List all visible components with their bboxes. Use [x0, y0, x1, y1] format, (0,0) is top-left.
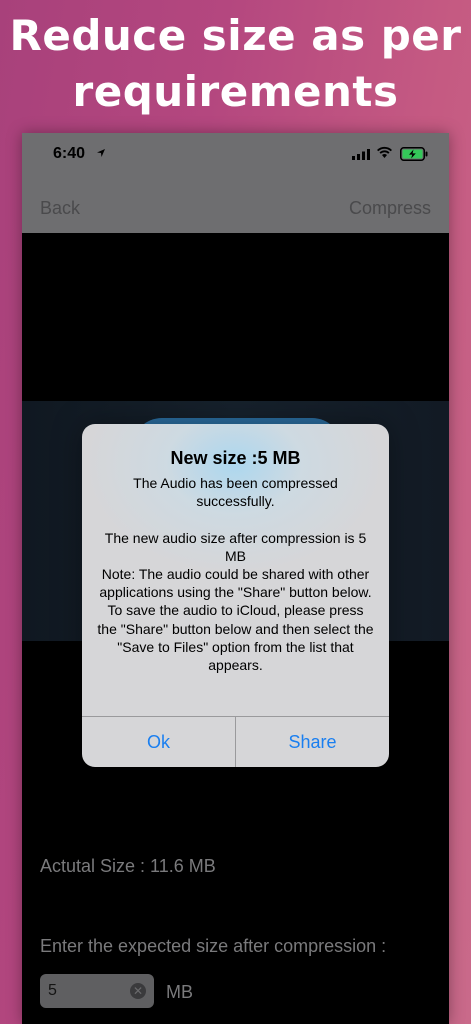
headline-line-2: requirements	[72, 67, 399, 116]
phone-screen: 6:40 Back Compress Actutal Size : 11.6 M…	[22, 133, 449, 1024]
promo-headline: Reduce size as per requirements	[0, 8, 471, 120]
headline-line-1: Reduce size as per	[9, 11, 462, 60]
share-button[interactable]: Share	[236, 717, 389, 767]
alert-message: The Audio has been compressed successful…	[97, 475, 374, 674]
compression-result-alert: New size :5 MB The Audio has been compre…	[82, 424, 389, 767]
ok-button[interactable]: Ok	[82, 717, 235, 767]
alert-title: New size :5 MB	[170, 448, 301, 468]
